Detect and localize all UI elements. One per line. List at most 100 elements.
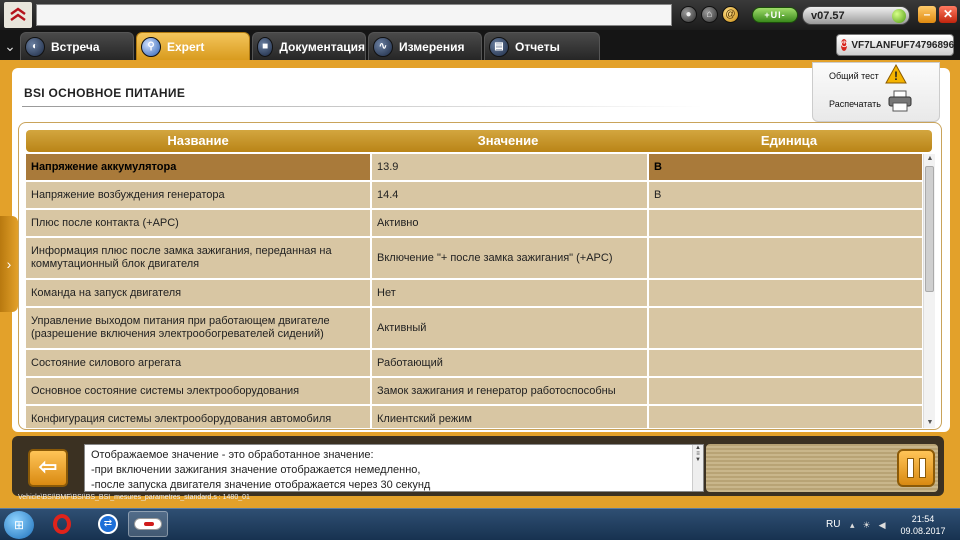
message-line: -после запуска двигателя значение отобра… xyxy=(91,479,431,491)
system-tray: ▴ ☀ ◀ xyxy=(850,520,886,531)
chevron-down-icon[interactable]: ⌄ xyxy=(2,36,18,56)
meeting-icon: ◐ xyxy=(25,36,45,57)
parameters-table-body: Напряжение аккумулятора 13.9 В Напряжени… xyxy=(26,154,922,428)
cell-value: Активно xyxy=(372,210,647,236)
tab-label: Отчеты xyxy=(515,39,560,54)
cell-unit xyxy=(649,406,922,428)
pause-icon xyxy=(918,458,926,478)
cell-unit xyxy=(649,238,922,278)
clock-date: 09.08.2017 xyxy=(900,526,946,536)
diagbox-window: ● ⌂ @ +UI- v07.57 – ✕ ⌄ ◐ Встреча ⚲ Expe… xyxy=(0,0,960,540)
pause-button[interactable] xyxy=(897,449,935,487)
documentation-icon: ■ xyxy=(257,36,274,57)
column-header-value[interactable]: Значение xyxy=(370,130,646,152)
cell-value: Активный xyxy=(372,308,647,348)
record-icon[interactable]: ● xyxy=(680,6,697,23)
scrollbar-thumb[interactable] xyxy=(925,166,934,292)
cell-name: Напряжение аккумулятора xyxy=(26,154,370,180)
opera-taskbar-button[interactable] xyxy=(42,511,82,537)
title-divider xyxy=(22,106,702,107)
tab-documentation[interactable]: ■ Документация xyxy=(252,32,366,60)
table-row[interactable]: Плюс после контакта (+APC) Активно xyxy=(26,210,922,236)
cell-value: Клиентский режим xyxy=(372,406,647,428)
reports-icon: ▤ xyxy=(489,36,509,57)
close-button[interactable]: ✕ xyxy=(939,6,957,23)
tab-label: Документация xyxy=(279,39,365,54)
table-row[interactable]: Команда на запуск двигателя Нет xyxy=(26,280,922,306)
cell-value: Замок зажигания и генератор работоспособ… xyxy=(372,378,647,404)
language-indicator[interactable]: RU xyxy=(826,519,840,530)
email-icon[interactable]: @ xyxy=(722,6,739,23)
svg-text:!: ! xyxy=(894,69,898,83)
tab-meeting[interactable]: ◐ Встреча xyxy=(20,32,134,60)
cell-unit xyxy=(649,378,922,404)
scroll-down-icon[interactable]: ▼ xyxy=(924,418,936,428)
printer-icon[interactable] xyxy=(887,90,913,112)
flag-icon[interactable]: ▴ xyxy=(850,520,855,531)
table-row[interactable]: Конфигурация системы электрооборудования… xyxy=(26,406,922,428)
tab-measurements[interactable]: ∿ Измерения xyxy=(368,32,482,60)
tab-reports[interactable]: ▤ Отчеты xyxy=(484,32,600,60)
expert-magnifier-icon: ⚲ xyxy=(141,36,161,57)
cell-name: Информация плюс после замка зажигания, п… xyxy=(26,238,370,278)
network-icon[interactable]: ☀ xyxy=(863,520,871,531)
pause-icon xyxy=(906,458,914,478)
diagbox-taskbar-button[interactable] xyxy=(128,511,168,537)
cell-name: Напряжение возбуждения генератора xyxy=(26,182,370,208)
table-row[interactable]: Состояние силового агрегата Работающий xyxy=(26,350,922,376)
cell-unit: В xyxy=(649,182,922,208)
tab-label: Измерения xyxy=(399,39,465,54)
message-line: Отображаемое значение - это обработанное… xyxy=(91,449,374,461)
table-row[interactable]: Управление выходом питания при работающе… xyxy=(26,308,922,348)
page-title: BSI ОСНОВНОЕ ПИТАНИЕ xyxy=(24,86,186,100)
citroen-logo-icon xyxy=(4,2,32,28)
tools-panel: Общий тест ! Распечатать xyxy=(812,62,940,122)
vin-badge[interactable]: ⏻ VF7LANFUF74796896 xyxy=(836,34,954,56)
message-line: -при включении зажигания значение отобра… xyxy=(91,464,421,476)
column-header-name[interactable]: Название xyxy=(26,130,370,152)
message-scrollbar[interactable]: ▲ ≡ ▼ xyxy=(692,445,703,491)
table-row[interactable]: Напряжение возбуждения генератора 14.4 В xyxy=(26,182,922,208)
toolbar-icons: ● ⌂ @ xyxy=(680,6,739,23)
clock[interactable]: 21:54 09.08.2017 xyxy=(898,513,948,537)
cell-unit: В xyxy=(649,154,922,180)
scroll-up-icon[interactable]: ▲ xyxy=(924,154,936,164)
cell-name: Конфигурация системы электрооборудования… xyxy=(26,406,370,428)
cell-unit xyxy=(649,210,922,236)
version-label: v07.57 xyxy=(811,10,845,22)
print-label: Распечатать xyxy=(829,99,881,109)
windows-start-icon[interactable]: ⊞ xyxy=(4,511,34,539)
measurements-icon: ∿ xyxy=(373,36,393,57)
teamviewer-taskbar-button[interactable]: ⇄ xyxy=(88,511,128,537)
file-path: Vehicle\BSI\BMF\BSI\BS_BSI_mesures_param… xyxy=(18,494,250,501)
tab-expert[interactable]: ⚲ Expert xyxy=(136,32,250,60)
print-button[interactable]: Распечатать xyxy=(829,99,881,109)
volume-icon[interactable]: ◀ xyxy=(879,520,886,531)
general-test-label: Общий тест xyxy=(829,71,879,81)
arrow-left-icon: ⇦ xyxy=(38,454,58,479)
help-message-box[interactable]: Отображаемое значение - это обработанное… xyxy=(84,444,704,492)
cell-unit xyxy=(649,308,922,348)
chevron-right-icon: › xyxy=(6,256,12,272)
warning-icon[interactable]: ! xyxy=(885,64,907,84)
cell-name: Управление выходом питания при работающе… xyxy=(26,308,370,348)
vin-label: VF7LANFUF74796896 xyxy=(851,39,955,51)
general-test-button[interactable]: Общий тест xyxy=(829,71,879,81)
table-scrollbar[interactable]: ▲ ▼ xyxy=(923,154,935,428)
table-row[interactable]: Основное состояние системы электрооборуд… xyxy=(26,378,922,404)
power-icon: ⏻ xyxy=(841,39,848,51)
clock-time: 21:54 xyxy=(911,514,935,524)
column-header-unit[interactable]: Единица xyxy=(646,130,932,152)
table-row[interactable]: Напряжение аккумулятора 13.9 В xyxy=(26,154,922,180)
cell-value: Нет xyxy=(372,280,647,306)
side-panel-toggle[interactable]: › xyxy=(0,216,18,312)
battery-indicator: +UI- xyxy=(752,7,798,23)
home-icon[interactable]: ⌂ xyxy=(701,6,718,23)
teamviewer-icon: ⇄ xyxy=(98,514,118,534)
cell-value: 13.9 xyxy=(372,154,647,180)
table-row[interactable]: Информация плюс после замка зажигания, п… xyxy=(26,238,922,278)
back-button[interactable]: ⇦ xyxy=(28,449,68,487)
cell-value: Работающий xyxy=(372,350,647,376)
minimize-button[interactable]: – xyxy=(918,6,936,23)
diagbox-icon xyxy=(134,518,162,530)
